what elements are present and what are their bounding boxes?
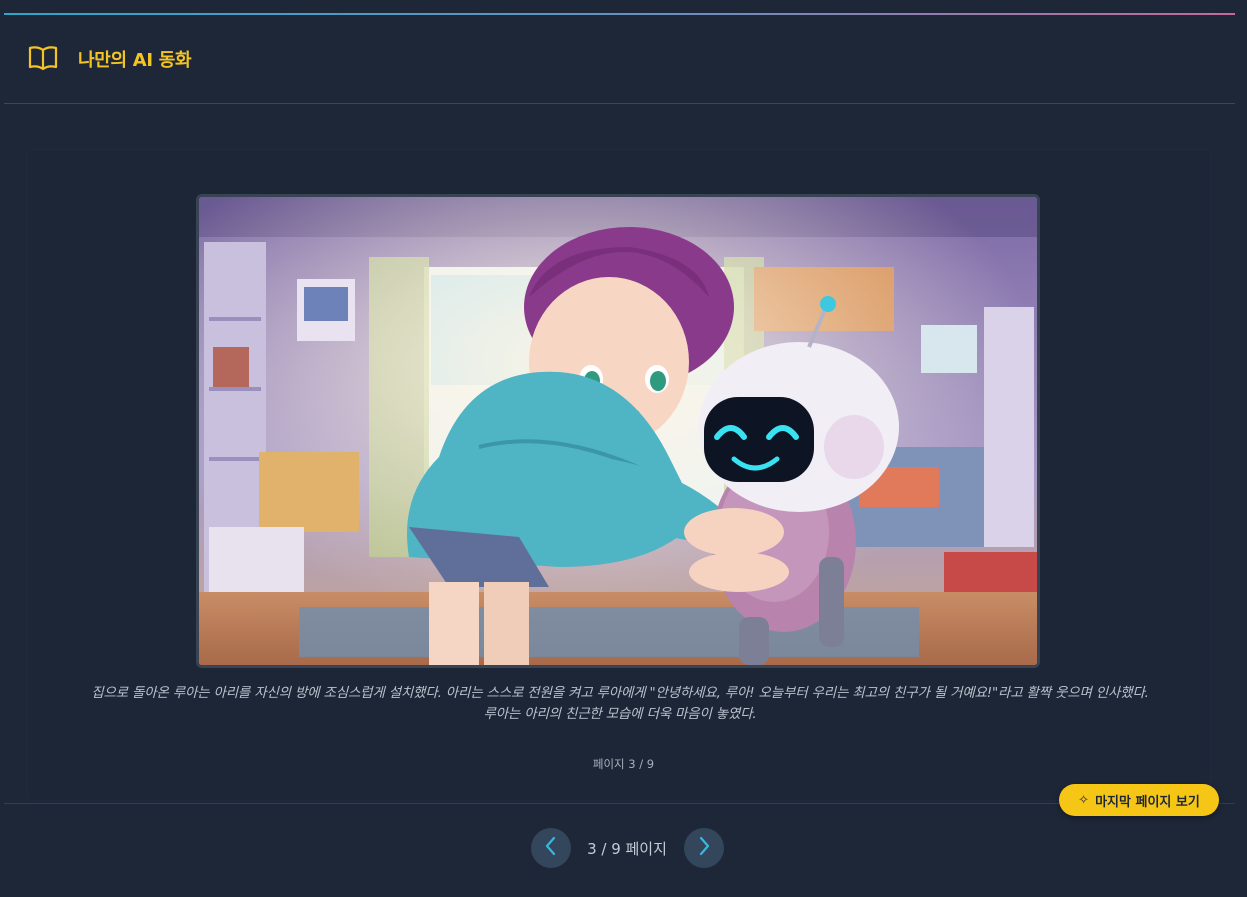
open-book-icon	[28, 45, 58, 71]
girl-with-robot-illustration	[196, 194, 1040, 668]
story-text: 집으로 돌아온 루아는 아리를 자신의 방에 조심스럽게 설치했다. 아리는 스…	[40, 683, 1200, 725]
app-header: 나만의 AI 동화	[4, 15, 1235, 104]
story-text-line-2: 루아는 아리의 친근한 모습에 더욱 마음이 놓였다.	[483, 706, 757, 722]
next-page-button[interactable]	[684, 828, 724, 868]
story-page: 나만의 AI 동화 집으로 돌아온 루아는 아리를 자신의 방에 조심스럽게 설…	[0, 0, 1247, 897]
sparkle-icon: ✧	[1078, 792, 1090, 808]
chevron-left-icon	[543, 836, 559, 860]
page-caption: 페이지 3 / 9	[592, 757, 655, 771]
footer-divider	[4, 803, 1235, 804]
go-to-last-page-label: 마지막 페이지 보기	[1095, 794, 1200, 810]
story-text-line-1: 집으로 돌아온 루아는 아리를 자신의 방에 조심스럽게 설치했다. 아리는 스…	[91, 685, 1149, 701]
page-indicator: 3 / 9 페이지	[587, 840, 667, 858]
app-title: 나만의 AI 동화	[78, 50, 192, 71]
go-to-last-page-button[interactable]: ✧ 마지막 페이지 보기	[1059, 784, 1219, 816]
previous-page-button[interactable]	[531, 828, 571, 868]
chevron-right-icon	[696, 836, 712, 860]
